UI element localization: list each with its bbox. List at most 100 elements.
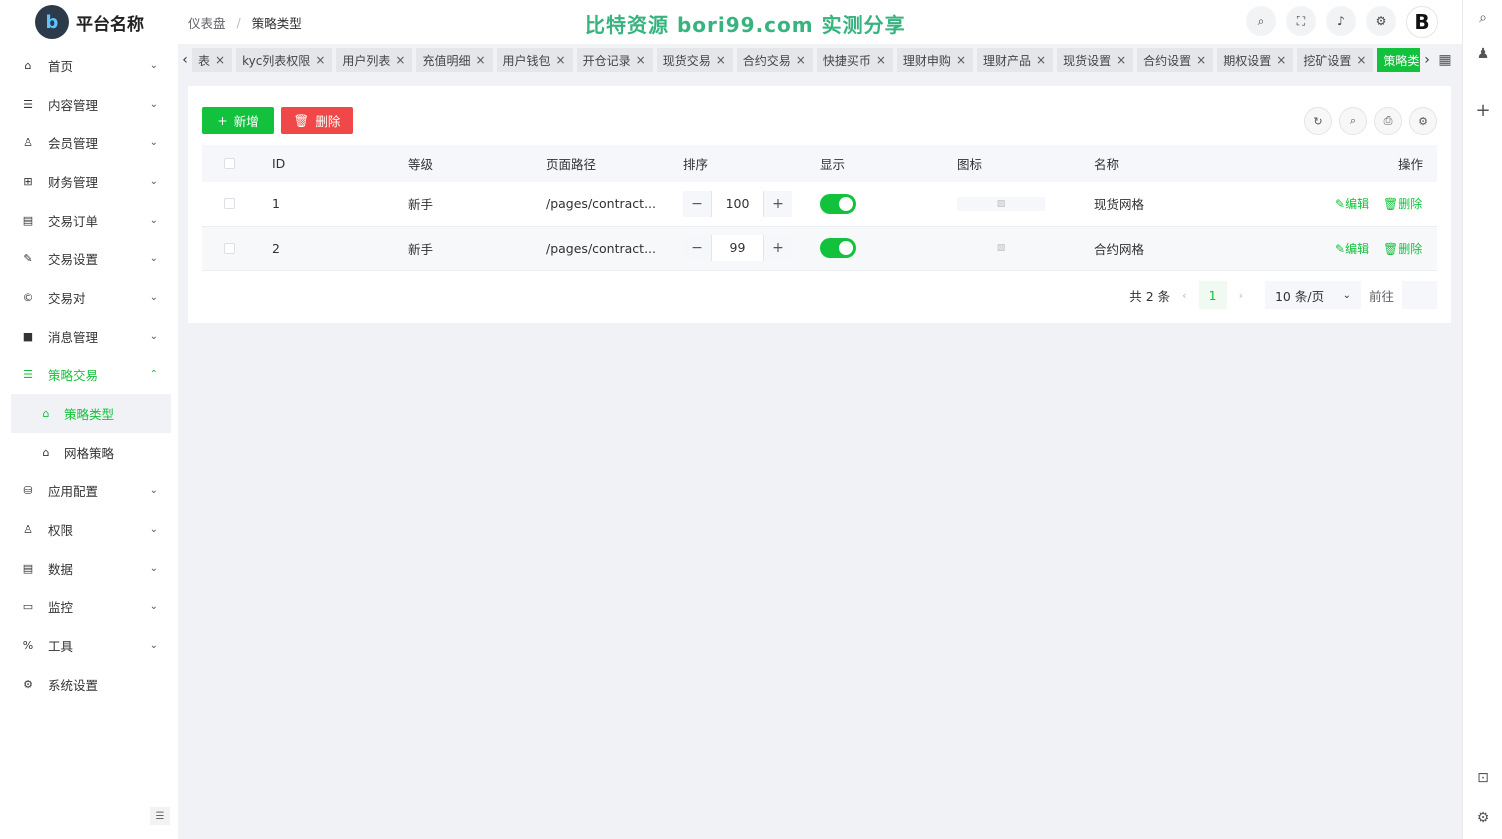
sidebar-item-tools[interactable]: % 工具 ⌄ <box>0 626 178 665</box>
plus-icon[interactable]: + <box>764 196 792 212</box>
visible-toggle[interactable] <box>820 193 856 214</box>
sidebar-subitem-strategy-type[interactable]: ⌂ 策略类型 <box>11 394 171 433</box>
delete-link[interactable]: 🗑删除 <box>1383 240 1422 257</box>
bell-icon[interactable]: ♪ <box>1326 6 1356 36</box>
grid-menu-icon[interactable]: ▦ <box>1434 52 1456 68</box>
breadcrumb-home[interactable]: 仪表盘 <box>188 13 226 32</box>
tag-item-active[interactable]: 策略类型× <box>1377 48 1420 72</box>
sidebar-item-permissions[interactable]: ♙ 权限 ⌄ <box>0 510 178 549</box>
tag-label: 开仓记录 <box>582 53 631 68</box>
row-checkbox[interactable] <box>224 242 235 254</box>
collapse-sidebar-icon[interactable]: ☰ <box>150 807 170 825</box>
close-icon[interactable]: × <box>315 53 325 67</box>
page-number[interactable]: 1 <box>1198 281 1227 309</box>
search-icon[interactable]: ⌕ <box>1473 8 1493 28</box>
add-button[interactable]: + 新增 <box>202 107 274 134</box>
page-size-select[interactable]: 10 条/页 ⌄ <box>1264 281 1361 309</box>
tag-item[interactable]: 充值明细 × <box>416 48 493 72</box>
delete-link[interactable]: 🗑删除 <box>1383 195 1422 212</box>
sidebar-item-members[interactable]: ♙ 会员管理 ⌄ <box>0 123 178 162</box>
close-icon[interactable]: × <box>1276 53 1286 67</box>
page-size-value: 10 条/页 <box>1274 288 1325 304</box>
gear-icon[interactable]: ⚙ <box>1473 808 1493 828</box>
tag-item[interactable]: 合约交易 × <box>736 48 813 72</box>
print-icon[interactable]: ⎙ <box>1374 107 1402 135</box>
chevron-down-icon: ⌄ <box>149 601 158 613</box>
sidebar-item-system-settings[interactable]: ⚙ 系统设置 <box>0 665 178 704</box>
close-icon[interactable]: × <box>1036 53 1046 67</box>
logo[interactable]: b 平台名称 <box>0 0 178 44</box>
tag-item[interactable]: 挖矿设置 × <box>1297 48 1374 72</box>
sidebar-item-pairs[interactable]: © 交易对 ⌄ <box>0 278 178 317</box>
minus-icon[interactable]: − <box>683 240 711 256</box>
chevron-right-icon[interactable]: › <box>1239 289 1243 302</box>
edit-link[interactable]: ✎编辑 <box>1335 240 1369 257</box>
tag-item[interactable]: 期权设置 × <box>1217 48 1294 72</box>
sidebar-item-trade-settings[interactable]: ✎ 交易设置 ⌄ <box>0 239 178 278</box>
tag-item[interactable]: 理财申购 × <box>896 48 973 72</box>
sidebar-item-finance[interactable]: ⊞ 财务管理 ⌄ <box>0 162 178 201</box>
fullscreen-icon[interactable]: ⛶ <box>1286 6 1316 36</box>
avatar[interactable]: B <box>1406 6 1438 38</box>
sort-value[interactable]: 99 <box>711 235 764 262</box>
tag-item[interactable]: 用户列表 × <box>336 48 413 72</box>
delete-link-label: 删除 <box>1398 197 1423 212</box>
sidebar-item-monitor[interactable]: ▭ 监控 ⌄ <box>0 588 178 627</box>
close-icon[interactable]: × <box>1116 53 1126 67</box>
sidebar-item-label: 交易订单 <box>48 213 99 229</box>
gear-icon[interactable]: ⚙ <box>1366 6 1396 36</box>
delete-button[interactable]: 🗑 删除 <box>281 107 353 134</box>
chevron-left-icon[interactable]: ‹ <box>1182 289 1186 302</box>
sidebar-subitem-grid-strategy[interactable]: ⌂ 网格策略 <box>11 433 171 472</box>
chevron-down-icon: ⌄ <box>1342 289 1351 301</box>
tag-item[interactable]: 现货交易 × <box>656 48 733 72</box>
header-actions: ⌕ ⛶ ♪ ⚙ B <box>1246 6 1438 38</box>
tag-item[interactable]: 用户钱包 × <box>496 48 573 72</box>
close-icon[interactable]: × <box>1356 53 1366 67</box>
sidebar-item-orders[interactable]: ▤ 交易订单 ⌄ <box>0 201 178 240</box>
tag-item[interactable]: 现货设置 × <box>1057 48 1134 72</box>
close-icon[interactable]: × <box>956 53 966 67</box>
chevron-right-icon[interactable]: › <box>1420 52 1434 68</box>
cell-level: 新手 <box>408 241 434 257</box>
plus-icon[interactable]: + <box>764 240 792 256</box>
tag-item[interactable]: 表 × <box>192 48 233 72</box>
close-icon[interactable]: × <box>636 53 646 67</box>
row-checkbox[interactable] <box>224 198 235 210</box>
sidebar-item-home[interactable]: ⌂ 首页 ⌄ <box>0 46 178 85</box>
search-icon[interactable]: ⌕ <box>1339 107 1367 135</box>
minus-icon[interactable]: − <box>683 196 711 212</box>
search-icon[interactable]: ⌕ <box>1246 6 1276 36</box>
close-icon[interactable]: × <box>876 53 886 67</box>
sidebar-item-content[interactable]: ☰ 内容管理 ⌄ <box>0 85 178 124</box>
sidebar-item-app-config[interactable]: ⛁ 应用配置 ⌄ <box>0 472 178 511</box>
plus-icon[interactable]: + <box>1473 100 1493 121</box>
tag-item[interactable]: 开仓记录 × <box>576 48 653 72</box>
tag-item[interactable]: 快捷买币 × <box>816 48 893 72</box>
visible-toggle[interactable] <box>820 238 856 259</box>
select-all-checkbox[interactable] <box>224 158 235 169</box>
goto-page-input[interactable] <box>1402 281 1437 309</box>
sidebar-item-data[interactable]: ▤ 数据 ⌄ <box>0 549 178 588</box>
tag-item[interactable]: 理财产品 × <box>977 48 1054 72</box>
chevron-left-icon[interactable]: ‹ <box>178 52 192 68</box>
edit-link[interactable]: ✎编辑 <box>1335 195 1369 212</box>
close-icon[interactable]: × <box>556 53 566 67</box>
sort-value[interactable]: 100 <box>711 190 764 217</box>
refresh-icon[interactable]: ↻ <box>1304 107 1332 135</box>
close-icon[interactable]: × <box>796 53 806 67</box>
close-icon[interactable]: × <box>395 53 405 67</box>
tag-item[interactable]: kyc列表权限 × <box>236 48 333 72</box>
tag-item[interactable]: 合约设置 × <box>1137 48 1214 72</box>
close-icon[interactable]: × <box>1196 53 1206 67</box>
table-row: 1 新手 /pages/contract... − 100 + ▨ 现货网格 ✎… <box>202 182 1437 227</box>
sidebar-item-strategy[interactable]: ☰ 策略交易 ⌃ <box>0 356 178 395</box>
sidebar-item-messages[interactable]: ■ 消息管理 ⌄ <box>0 317 178 356</box>
gear-icon[interactable]: ⚙ <box>1409 107 1437 135</box>
screenshot-icon[interactable]: ⊡ <box>1473 768 1493 788</box>
user-group-icon[interactable]: ♟ <box>1473 44 1493 64</box>
close-icon[interactable]: × <box>215 53 225 67</box>
close-icon[interactable]: × <box>475 53 485 67</box>
close-icon[interactable]: × <box>716 53 726 67</box>
plus-icon: + <box>217 113 228 128</box>
